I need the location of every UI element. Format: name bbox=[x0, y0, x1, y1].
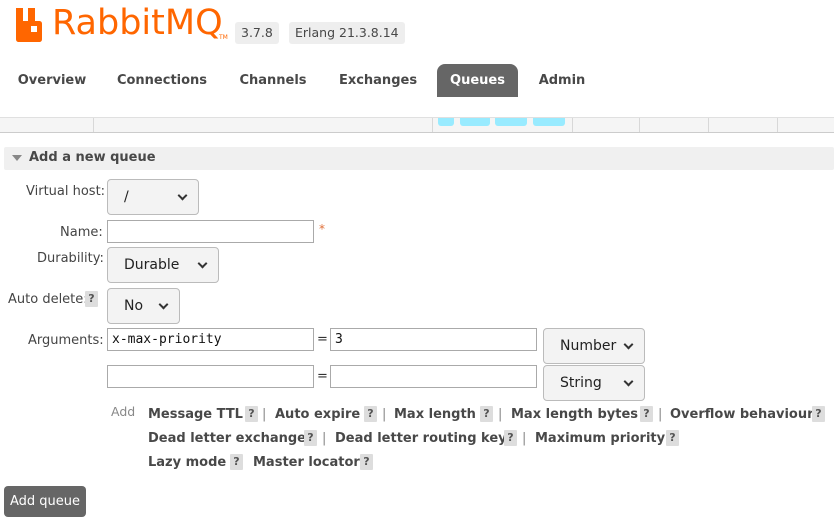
auto-delete-select[interactable]: No bbox=[107, 288, 180, 324]
link-separator: | bbox=[658, 407, 663, 422]
virtual-host-label: Virtual host: bbox=[26, 184, 106, 199]
table-cell-divider bbox=[572, 118, 573, 132]
add-overflow-behaviour-link[interactable]: Overflow behaviour bbox=[670, 407, 814, 422]
argument-type-select[interactable]: Number bbox=[543, 328, 645, 364]
chevron-down-icon bbox=[177, 190, 188, 201]
argument-type-value: String bbox=[560, 375, 602, 391]
equals-sign: = bbox=[317, 332, 328, 347]
add-dead-letter-exchange-link[interactable]: Dead letter exchange bbox=[148, 431, 306, 446]
help-icon[interactable]: ? bbox=[364, 406, 377, 422]
link-separator: | bbox=[262, 407, 267, 422]
durability-value: Durable bbox=[124, 257, 180, 273]
tab-connections[interactable]: Connections bbox=[106, 64, 218, 97]
section-title: Add a new queue bbox=[29, 150, 156, 165]
add-arguments-label: Add bbox=[111, 404, 136, 419]
chevron-down-icon bbox=[197, 258, 208, 269]
tab-exchanges[interactable]: Exchanges bbox=[328, 64, 428, 97]
chevron-down-icon bbox=[158, 299, 169, 310]
add-auto-expire-link[interactable]: Auto expire bbox=[275, 407, 360, 422]
feature-pill bbox=[460, 118, 490, 126]
add-queue-section-toggle[interactable]: Add a new queue bbox=[4, 147, 834, 170]
tab-overview[interactable]: Overview bbox=[8, 64, 96, 97]
table-cell-divider bbox=[708, 118, 709, 132]
help-icon[interactable]: ? bbox=[245, 406, 258, 422]
add-maximum-priority-link[interactable]: Maximum priority bbox=[535, 431, 665, 446]
auto-delete-value: No bbox=[124, 298, 144, 314]
required-asterisk: * bbox=[319, 222, 325, 236]
rabbitmq-version-badge: 3.7.8 bbox=[235, 22, 279, 44]
help-icon[interactable]: ? bbox=[230, 454, 243, 470]
argument-key-input[interactable]: x-max-priority bbox=[107, 328, 314, 351]
help-icon[interactable]: ? bbox=[640, 406, 653, 422]
argument-value-input[interactable]: 3 bbox=[330, 328, 537, 351]
auto-delete-label: Auto delete: bbox=[8, 292, 88, 307]
arguments-label: Arguments: bbox=[28, 333, 104, 348]
durability-select[interactable]: Durable bbox=[107, 247, 219, 283]
add-max-length-bytes-link[interactable]: Max length bytes bbox=[511, 407, 638, 422]
argument-type-value: Number bbox=[560, 338, 617, 354]
add-lazy-mode-link[interactable]: Lazy mode bbox=[148, 455, 226, 470]
chevron-down-icon bbox=[623, 376, 634, 387]
main-nav-tabs: Overview Connections Channels Exchanges … bbox=[0, 64, 834, 98]
auto-delete-help-icon[interactable]: ? bbox=[85, 291, 98, 307]
logo-trademark: TM bbox=[219, 34, 228, 41]
help-icon[interactable]: ? bbox=[304, 430, 317, 446]
tab-admin[interactable]: Admin bbox=[528, 64, 596, 97]
tab-channels[interactable]: Channels bbox=[228, 64, 318, 97]
feature-pill bbox=[438, 118, 454, 126]
erlang-version-badge: Erlang 21.3.8.14 bbox=[289, 22, 405, 44]
table-cell-divider bbox=[93, 118, 94, 132]
help-icon[interactable]: ? bbox=[360, 454, 373, 470]
logo-wordmark: RabbitMQ bbox=[52, 3, 223, 43]
link-separator: | bbox=[382, 407, 387, 422]
add-master-locator-link[interactable]: Master locator bbox=[253, 455, 360, 470]
add-message-ttl-link[interactable]: Message TTL bbox=[148, 407, 243, 422]
table-cell-divider bbox=[432, 118, 433, 132]
collapse-arrow-icon bbox=[12, 155, 22, 161]
equals-sign: = bbox=[317, 369, 328, 384]
link-separator: | bbox=[498, 407, 503, 422]
feature-pill bbox=[533, 118, 565, 126]
help-icon[interactable]: ? bbox=[504, 430, 517, 446]
content-top-band bbox=[0, 97, 834, 117]
add-dead-letter-routing-key-link[interactable]: Dead letter routing key bbox=[335, 431, 507, 446]
virtual-host-select[interactable]: / bbox=[107, 179, 199, 215]
durability-label: Durability: bbox=[37, 251, 104, 266]
argument-key-input[interactable] bbox=[107, 365, 314, 388]
queue-name-input[interactable] bbox=[107, 220, 314, 243]
queues-table-partial-row bbox=[0, 117, 834, 133]
help-icon[interactable]: ? bbox=[480, 406, 493, 422]
name-label: Name: bbox=[60, 225, 103, 240]
table-cell-divider bbox=[777, 118, 778, 132]
chevron-down-icon bbox=[623, 339, 634, 350]
link-separator: | bbox=[522, 431, 527, 446]
link-separator: | bbox=[322, 431, 327, 446]
table-cell-divider bbox=[639, 118, 640, 132]
help-icon[interactable]: ? bbox=[666, 430, 679, 446]
rabbit-logo-icon bbox=[16, 8, 42, 42]
argument-type-select[interactable]: String bbox=[543, 365, 645, 401]
virtual-host-value: / bbox=[124, 189, 129, 205]
argument-value-input[interactable] bbox=[330, 365, 537, 388]
feature-pill bbox=[495, 118, 527, 126]
add-max-length-link[interactable]: Max length bbox=[394, 407, 476, 422]
help-icon[interactable]: ? bbox=[812, 406, 825, 422]
tab-queues[interactable]: Queues bbox=[437, 64, 518, 97]
add-queue-button[interactable]: Add queue bbox=[4, 486, 86, 517]
